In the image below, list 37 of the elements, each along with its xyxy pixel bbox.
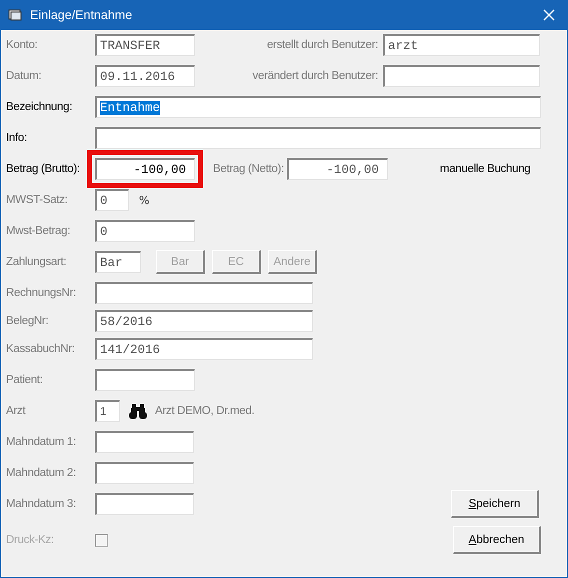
- field-label: Patient:: [6, 374, 44, 386]
- field-label: Mahndatum 1:: [6, 436, 77, 448]
- field-label: Info:: [6, 132, 28, 144]
- field-label: verändert durch Benutzer:: [252, 70, 378, 82]
- field-label: Konto:: [6, 39, 38, 51]
- field-label: Betrag (Netto):: [213, 163, 284, 175]
- cancel-button[interactable]: Abbrechen: [453, 526, 541, 554]
- window-title: Einlage/Entnahme: [30, 8, 132, 22]
- field-label: Mahndatum 2:: [6, 467, 77, 479]
- patient-field[interactable]: [95, 369, 195, 391]
- reminder-date-field[interactable]: [95, 462, 194, 484]
- save-button[interactable]: Speichern: [451, 490, 539, 518]
- window-icon: [8, 9, 22, 21]
- field-label: MWST-Satz:: [6, 194, 69, 206]
- binoculars-icon[interactable]: [129, 404, 147, 418]
- info-field[interactable]: [95, 127, 541, 149]
- user-field[interactable]: [383, 65, 540, 87]
- field-label: BelegNr:: [6, 315, 50, 327]
- field-label: Mahndatum 3:: [6, 498, 77, 510]
- field-label: Bezeichnung:: [6, 101, 74, 113]
- doctor-name: Arzt DEMO, Dr.med.: [155, 405, 254, 417]
- reminder-date-field[interactable]: [95, 431, 194, 453]
- field-label: KassabuchNr:: [6, 343, 76, 355]
- description-field[interactable]: Entnahme: [95, 96, 541, 118]
- field-label: RechnungsNr:: [6, 287, 77, 299]
- field-label: Arzt: [6, 405, 26, 417]
- booking-note: manuelle Buchung: [440, 163, 530, 175]
- reminder-date-field[interactable]: [95, 493, 194, 515]
- percent-sign: %: [139, 194, 150, 206]
- field-label: Datum:: [6, 70, 42, 82]
- close-icon[interactable]: [543, 9, 555, 21]
- field-label: Druck-Kz:: [6, 534, 55, 546]
- field-label: erstellt durch Benutzer:: [266, 39, 378, 51]
- field-label: Mwst-Betrag:: [6, 225, 72, 237]
- field-label: Zahlungsart:: [6, 256, 68, 268]
- invoice-field[interactable]: [95, 282, 313, 304]
- field-label: Betrag (Brutto):: [6, 163, 81, 175]
